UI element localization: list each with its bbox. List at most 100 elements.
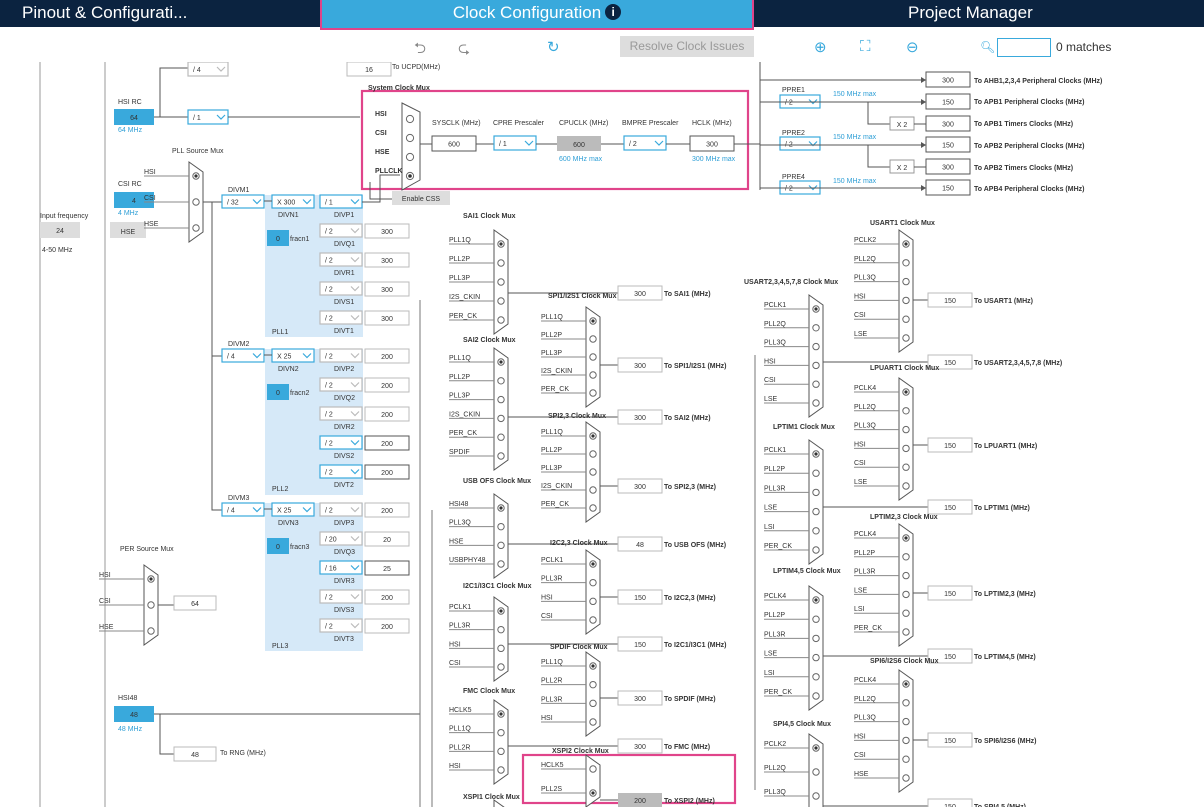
sysmux-radio[interactable] xyxy=(405,114,415,124)
mux-9-input-label: PLL2S xyxy=(541,786,562,793)
tab-clock-configuration[interactable]: Clock Configuration i xyxy=(320,0,754,30)
mux-0-radio[interactable] xyxy=(497,316,505,324)
mux-3-radio[interactable] xyxy=(589,504,597,512)
mux-16-radio[interactable] xyxy=(812,673,820,681)
mux-5-radio[interactable] xyxy=(589,597,597,606)
mux-15-radio[interactable] xyxy=(902,553,910,561)
mux-4-radio[interactable] xyxy=(497,560,505,568)
mux-9-radio[interactable] xyxy=(589,765,597,773)
per-source-radio[interactable] xyxy=(147,627,155,635)
mux-2-radio[interactable] xyxy=(497,414,505,423)
mux-13-radio[interactable] xyxy=(902,463,910,471)
mux-7-value: 300 xyxy=(634,696,646,703)
mux-16-radio[interactable] xyxy=(812,615,820,623)
mux-2-radio[interactable] xyxy=(497,452,505,460)
mux-6-radio[interactable] xyxy=(497,663,505,671)
fit-screen-icon[interactable]: ⛶ xyxy=(860,38,871,55)
mux-18-radio[interactable] xyxy=(812,768,820,776)
mux-1-radio[interactable] xyxy=(589,353,597,361)
mux-0-radio[interactable] xyxy=(497,297,505,305)
info-icon[interactable]: i xyxy=(605,4,622,20)
mux-12-radio[interactable] xyxy=(812,342,820,351)
mux-17-radio[interactable] xyxy=(902,717,910,726)
mux-15-radio[interactable] xyxy=(902,609,910,617)
mux-13-radio[interactable] xyxy=(902,444,910,453)
mux-16-radio[interactable] xyxy=(812,634,820,643)
pll-source-radio[interactable] xyxy=(192,198,200,206)
mux-11-radio[interactable] xyxy=(902,259,910,267)
sysmux-input-hse: HSE xyxy=(375,149,390,156)
mux-2-radio[interactable] xyxy=(497,433,505,441)
resolve-clock-issues-button[interactable]: Resolve Clock Issues xyxy=(620,36,754,57)
mux-12-radio[interactable] xyxy=(812,399,820,407)
mux-15-radio[interactable] xyxy=(902,628,910,636)
mux-14-radio[interactable] xyxy=(812,469,820,477)
mux-5-radio[interactable] xyxy=(589,578,597,587)
tab-pinout[interactable]: Pinout & Configurati... xyxy=(22,0,187,27)
mux-14-radio[interactable] xyxy=(812,488,820,497)
mux-15-out-label: To LPTIM2,3 (MHz) xyxy=(974,591,1036,598)
mux-8-radio[interactable] xyxy=(497,747,505,756)
mux-0-radio[interactable] xyxy=(497,278,505,286)
zoom-in-icon[interactable]: ⊕ xyxy=(814,38,827,56)
mux-7-radio[interactable] xyxy=(589,718,597,726)
mux-1-input-label: I2S_CKIN xyxy=(541,368,572,375)
mux-16-radio[interactable] xyxy=(812,692,820,700)
mux-2-radio[interactable] xyxy=(497,377,505,385)
mux-13-radio[interactable] xyxy=(902,407,910,415)
per-source-radio[interactable] xyxy=(147,601,155,609)
mux-17-radio[interactable] xyxy=(902,774,910,782)
mux-4-radio[interactable] xyxy=(497,522,505,531)
mux-11-radio[interactable] xyxy=(902,277,910,286)
mux-6-radio[interactable] xyxy=(497,625,505,634)
mux-5-radio[interactable] xyxy=(589,616,597,624)
mux-12-radio[interactable] xyxy=(812,380,820,388)
mux-7-radio[interactable] xyxy=(589,699,597,708)
mux-15-radio[interactable] xyxy=(902,571,910,580)
mux-12-radio[interactable] xyxy=(812,324,820,332)
mux-12-radio[interactable] xyxy=(812,361,820,370)
mux-15-radio[interactable] xyxy=(902,590,910,599)
mux-16-radio[interactable] xyxy=(812,653,820,662)
mux-13-radio[interactable] xyxy=(902,482,910,490)
mux-4-radio[interactable] xyxy=(497,541,505,550)
mux-18-radio[interactable] xyxy=(812,792,820,800)
mux-0-radio[interactable] xyxy=(497,259,505,267)
mux-14-radio[interactable] xyxy=(812,507,820,516)
mux-11-input-label: PLL3Q xyxy=(854,275,876,282)
mux-17-radio[interactable] xyxy=(902,736,910,745)
mux-1-radio[interactable] xyxy=(589,389,597,397)
mux-3-radio[interactable] xyxy=(589,450,597,458)
mux-6-radio[interactable] xyxy=(497,644,505,653)
zoom-out-icon[interactable]: ⊖ xyxy=(906,38,919,56)
sysmux-radio[interactable] xyxy=(405,133,415,143)
mux-9-value: 200 xyxy=(634,798,646,805)
pll-source-radio[interactable] xyxy=(192,224,200,232)
mux-8-radio[interactable] xyxy=(497,728,505,737)
redo-icon[interactable]: ⮎ xyxy=(458,38,470,63)
apb2-timer-wire xyxy=(867,145,890,168)
mux-7-radio[interactable] xyxy=(589,680,597,689)
mux-1-radio[interactable] xyxy=(589,371,597,379)
mux-14-radio[interactable] xyxy=(812,546,820,554)
mux-11-radio[interactable] xyxy=(902,315,910,323)
mux-11-radio[interactable] xyxy=(902,334,910,342)
mux-8-radio[interactable] xyxy=(497,766,505,774)
tab-project-manager[interactable]: Project Manager xyxy=(908,0,1033,27)
mux-17-radio[interactable] xyxy=(902,755,910,763)
mux-14-radio[interactable] xyxy=(812,527,820,535)
refresh-icon[interactable]: ↻ xyxy=(547,38,560,56)
mux-11-radio[interactable] xyxy=(902,296,910,305)
mux-5-out-label: To I2C2,3 (MHz) xyxy=(664,595,716,602)
sysmux-radio[interactable] xyxy=(405,152,415,162)
apb2-timers-label: To APB2 Timers Clocks (MHz) xyxy=(974,165,1073,172)
mux-2-radio[interactable] xyxy=(497,395,505,404)
mux-17-radio[interactable] xyxy=(902,699,910,707)
mux-13-radio[interactable] xyxy=(902,425,910,434)
mux-3-radio[interactable] xyxy=(589,486,597,494)
mux-1-radio[interactable] xyxy=(589,335,597,343)
undo-icon[interactable]: ⮌ xyxy=(414,38,426,63)
mux-3-radio[interactable] xyxy=(589,468,597,476)
ppre2-label: PPRE2 xyxy=(782,130,805,137)
search-input[interactable] xyxy=(997,38,1051,57)
